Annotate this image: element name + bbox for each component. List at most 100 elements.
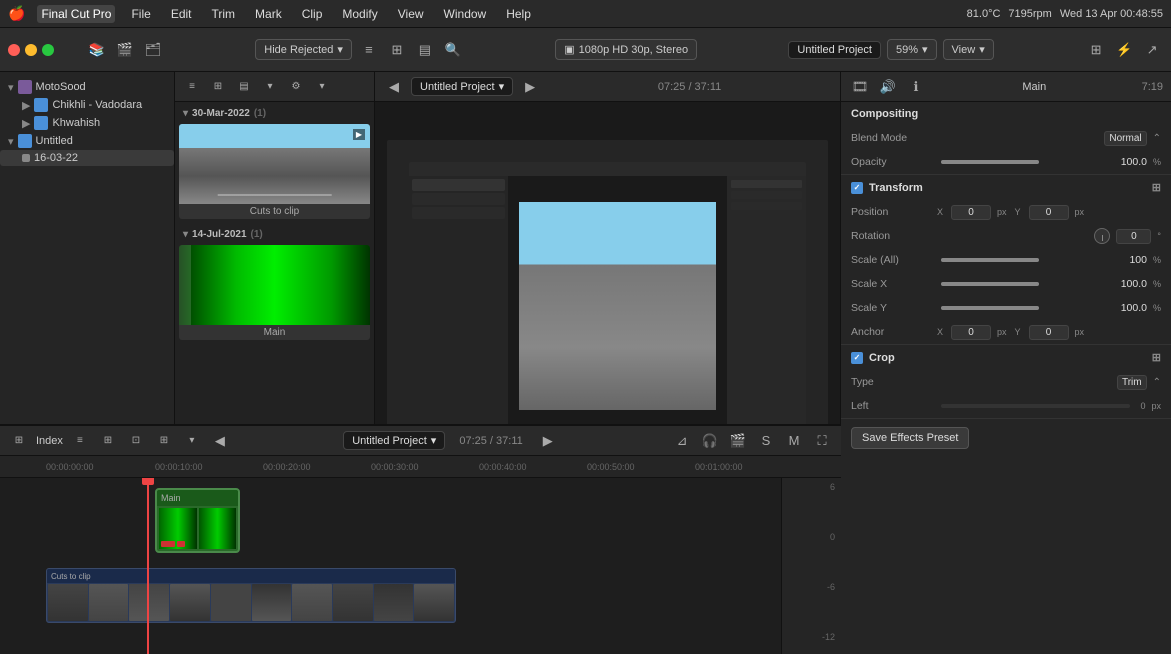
rotation-value-input[interactable] — [1116, 229, 1151, 244]
crop-left-row: Left 0 px — [841, 394, 1171, 418]
cut-thumb-4 — [170, 584, 210, 621]
minimize-button[interactable] — [25, 44, 37, 56]
timeline-tag-icon[interactable]: ⊡ — [125, 430, 147, 452]
opacity-row: Opacity 100.0 % — [841, 150, 1171, 174]
edit-menu[interactable]: Edit — [167, 5, 196, 23]
timeline-audio-icon[interactable]: 🎧 — [699, 430, 721, 452]
hide-rejected-dropdown[interactable]: Hide Rejected ▾ — [255, 39, 352, 60]
clip-menu[interactable]: Clip — [298, 5, 327, 23]
clip-cuts-to-clip[interactable]: ▶ Cuts to clip — [179, 124, 370, 219]
main-clip[interactable]: Main — [155, 488, 240, 553]
help-menu[interactable]: Help — [502, 5, 535, 23]
modify-menu[interactable]: Modify — [338, 5, 381, 23]
library-item-untitled[interactable]: ▾ Untitled — [0, 132, 174, 150]
timeline-nav-left[interactable]: ◀ — [209, 430, 231, 452]
apple-menu[interactable]: 🍎 — [8, 5, 25, 22]
library-item-chikhli[interactable]: ▶ Chikhli - Vadodara — [0, 96, 174, 114]
rotation-dial[interactable] — [1094, 228, 1110, 244]
ruler-mark-20: 00:00:20:00 — [263, 462, 311, 472]
folder-icon-16-03-22 — [22, 154, 30, 162]
nested-left-panel — [409, 176, 508, 436]
transform-checkbox[interactable]: ✓ — [851, 182, 863, 194]
projects-icon[interactable]: 🗂 — [142, 39, 164, 61]
crop-type-dropdown[interactable]: Trim — [1117, 375, 1147, 390]
cuts-to-clip[interactable]: Cuts to clip — [46, 568, 456, 623]
cut-thumb-3 — [129, 584, 169, 621]
anchor-x-input[interactable] — [951, 325, 991, 340]
ruler-mark-100: 00:01:00:00 — [695, 462, 743, 472]
file-menu[interactable]: File — [127, 5, 154, 23]
browser-toolbar: ≡ ⊞ ▤ ▾ ⚙ ▾ — [175, 72, 374, 102]
timeline-view-icon[interactable]: ⊞ — [153, 430, 175, 452]
viewer-project-bar: ◀ Untitled Project ▾ ▶ 07:25 / 37:11 — [375, 72, 840, 102]
browser-list-icon[interactable]: ≡ — [181, 76, 203, 98]
timeline-tracks[interactable]: Main Cuts to clip — [0, 478, 841, 654]
browser-filmstrip-icon[interactable]: ▤ — [233, 76, 255, 98]
blend-mode-dropdown[interactable]: Normal — [1104, 131, 1146, 146]
timeline-index-icon[interactable]: ⊞ — [8, 430, 30, 452]
timeline-video-icon[interactable]: 🎬 — [727, 430, 749, 452]
inspector-video-icon[interactable]: 🎞 — [849, 76, 871, 98]
zoom-dropdown[interactable]: 59% ▾ — [887, 39, 937, 60]
position-x-input[interactable] — [951, 205, 991, 220]
timeline-project-name: Untitled Project ▾ — [343, 431, 445, 450]
library-item-khwahish[interactable]: ▶ Khwahish — [0, 114, 174, 132]
nested-menubar — [409, 162, 807, 176]
format-dropdown[interactable]: ▣ 1080p HD 30p, Stereo — [555, 39, 697, 60]
playhead[interactable] — [147, 478, 149, 654]
list-view-icon[interactable]: ≡ — [358, 39, 380, 61]
ruler-mark-10: 00:00:10:00 — [155, 462, 203, 472]
close-button[interactable] — [8, 44, 20, 56]
trim-menu[interactable]: Trim — [208, 5, 240, 23]
timeline-tools-icon[interactable]: ▾ — [181, 430, 203, 452]
app-menu[interactable]: Final Cut Pro — [37, 5, 115, 23]
viewer-project-name: Untitled Project ▾ — [411, 77, 513, 96]
window-menu[interactable]: Window — [440, 5, 491, 23]
save-effects-preset-button[interactable]: Save Effects Preset — [851, 427, 969, 449]
position-y-input[interactable] — [1029, 205, 1069, 220]
library-icon[interactable]: 📚 — [86, 39, 108, 61]
ruler-mark-0: 00:00:00:00 — [46, 462, 94, 472]
view-dropdown[interactable]: View ▾ — [943, 39, 994, 60]
crop-type-row: Type Trim ⌃ — [841, 370, 1171, 394]
browser-grid-icon[interactable]: ⊞ — [207, 76, 229, 98]
browser-view-icon[interactable]: ▾ — [259, 76, 281, 98]
inspector-info-icon[interactable]: ℹ — [905, 76, 927, 98]
browser-down-icon[interactable]: ▾ — [311, 76, 333, 98]
viewer-nav-right[interactable]: ▶ — [519, 76, 541, 98]
clip-main[interactable]: Main — [179, 245, 370, 340]
timeline-snap-icon[interactable]: ⊿ — [671, 430, 693, 452]
inspector-audio-icon[interactable]: 🔊 — [877, 76, 899, 98]
clip-label-main: Main — [179, 325, 370, 340]
browser-tools-icon[interactable]: ⚙ — [285, 76, 307, 98]
anchor-y-input[interactable] — [1029, 325, 1069, 340]
viewer-nav-left[interactable]: ◀ — [383, 76, 405, 98]
cuts-clip-header: Cuts to clip — [47, 569, 455, 583]
clip-appearance-icon[interactable]: ▤ — [414, 39, 436, 61]
date-header-jul: ▾ 14-Jul-2021 (1) — [179, 227, 370, 242]
timeline-mute-icon[interactable]: M — [783, 430, 805, 452]
grid-view-icon[interactable]: ⊞ — [386, 39, 408, 61]
timeline-expand-icon[interactable]: ⛶ — [811, 430, 833, 452]
timeline-grid-icon[interactable]: ⊞ — [97, 430, 119, 452]
timeline-nav-right[interactable]: ▶ — [537, 430, 559, 452]
timeline-solo-icon[interactable]: S — [755, 430, 777, 452]
mark-menu[interactable]: Mark — [251, 5, 286, 23]
search-icon[interactable]: 🔍 — [442, 39, 464, 61]
inspector-icon[interactable]: ⊞ — [1085, 39, 1107, 61]
timeline-list-icon[interactable]: ≡ — [69, 430, 91, 452]
effects-icon[interactable]: ⚡ — [1113, 39, 1135, 61]
crop-checkbox[interactable]: ✓ — [851, 352, 863, 364]
cpu-temp: 81.0°C — [967, 8, 1001, 20]
scale-x-row: Scale X 100.0 % — [841, 272, 1171, 296]
share-icon[interactable]: ↗ — [1141, 39, 1163, 61]
project-name-display: Untitled Project — [788, 41, 881, 59]
library-item-16-03-22[interactable]: 16-03-22 — [0, 150, 174, 166]
photo-library-icon[interactable]: 🎬 — [114, 39, 136, 61]
maximize-button[interactable] — [42, 44, 54, 56]
main-toolbar: 📚 🎬 🗂 Hide Rejected ▾ ≡ ⊞ ▤ 🔍 ▣ 1080p HD… — [0, 28, 1171, 72]
library-label-motosood: MotoSood — [36, 81, 86, 93]
view-menu[interactable]: View — [394, 5, 428, 23]
library-item-motosood[interactable]: ▾ MotoSood — [0, 78, 174, 96]
scale-all-value: 100 — [1049, 254, 1147, 266]
